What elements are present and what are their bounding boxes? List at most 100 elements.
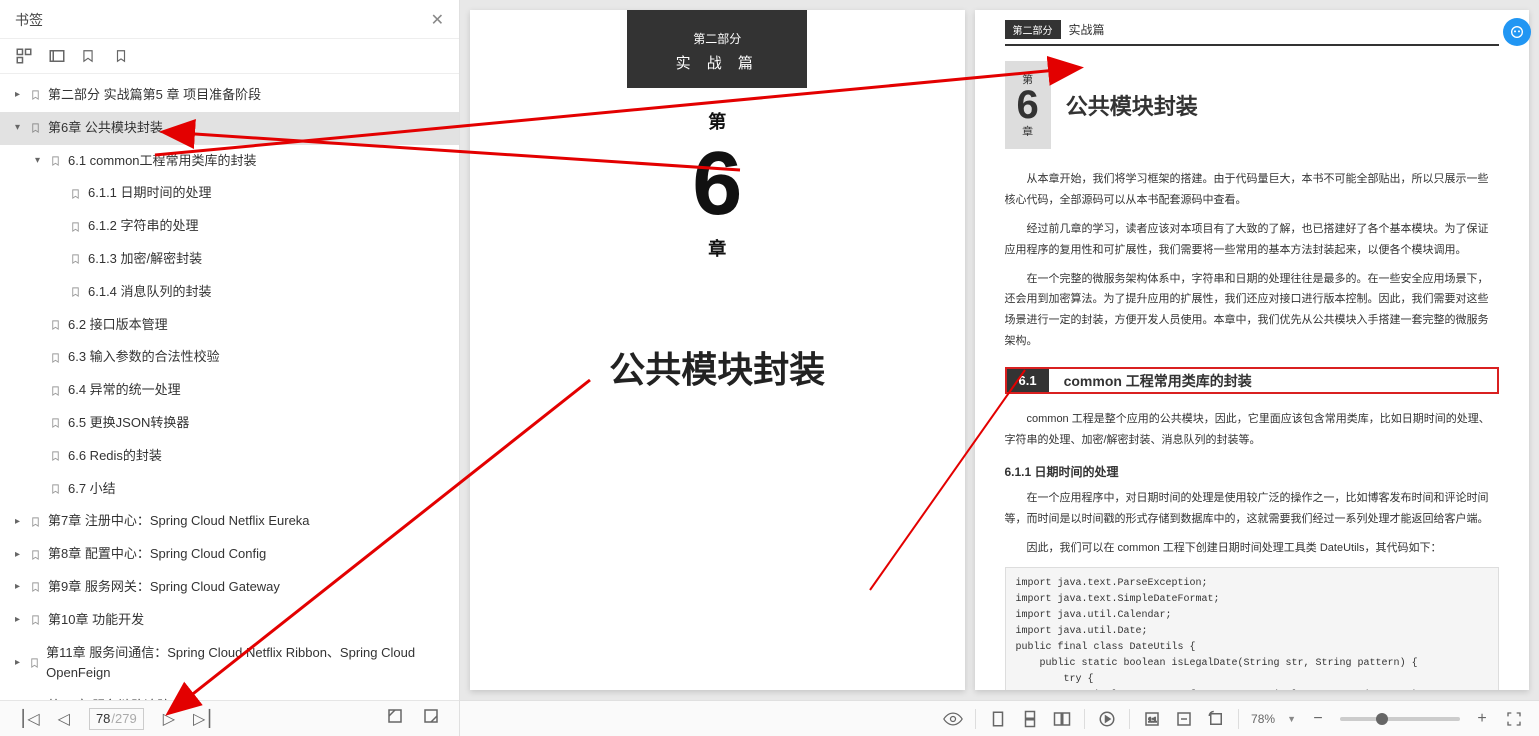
fit-page-icon[interactable]	[1174, 709, 1194, 729]
two-page-icon[interactable]	[1052, 709, 1072, 729]
bookmark-item[interactable]: 6.6 Redis的封装	[0, 440, 459, 473]
zoom-percent: 78%	[1251, 712, 1275, 726]
expand-arrow-icon[interactable]: ▸	[15, 579, 27, 595]
bookmark-label: 6.1.4 消息队列的封装	[88, 282, 212, 303]
banner-sub: 第二部分	[627, 30, 807, 47]
chapter-title-text: 公共模块封装	[1066, 89, 1198, 121]
single-page-icon[interactable]	[988, 709, 1008, 729]
bookmark-item[interactable]: 6.5 更换JSON转换器	[0, 407, 459, 440]
bookmark-item[interactable]: 6.2 接口版本管理	[0, 309, 459, 342]
zoom-in-icon[interactable]: +	[1472, 709, 1492, 729]
bookmark-icon	[70, 220, 82, 234]
fit-width-icon[interactable]: 1:1	[1142, 709, 1162, 729]
bookmark-item[interactable]: ▸第7章 注册中心：Spring Cloud Netflix Eureka	[0, 505, 459, 538]
close-icon[interactable]: ✕	[431, 10, 444, 30]
outline-icon[interactable]	[15, 47, 33, 65]
expand-arrow-icon[interactable]: ▾	[35, 153, 47, 169]
chapter-bottom: 章	[470, 235, 965, 261]
expand-panel-icon[interactable]	[382, 705, 408, 732]
bookmark-item[interactable]: 6.3 输入参数的合法性校验	[0, 341, 459, 374]
page-input-box[interactable]: 78 /279	[89, 708, 144, 730]
fullscreen-icon[interactable]	[1504, 709, 1524, 729]
bookmark-item[interactable]: ▸ 第10章 功能开发	[0, 604, 459, 637]
page-current: 78	[96, 711, 110, 726]
bookmark-tree[interactable]: ▸第二部分 实战篇第5 章 项目准备阶段▾第6章 公共模块封装▾6.1 comm…	[0, 74, 459, 700]
bookmark-item[interactable]: ▸ 第9章 服务网关：Spring Cloud Gateway	[0, 571, 459, 604]
page-running-header: 第二部分 实战篇	[1005, 20, 1500, 46]
bookmark-icon	[70, 285, 82, 299]
bookmark-item[interactable]: ▸第12章 服务链路追踪：Spring Cloud Sleuth	[0, 690, 459, 700]
prev-page-icon[interactable]: ◁	[54, 707, 74, 731]
viewer-toolbar: 1:1 78% ▼ − +	[460, 700, 1539, 736]
bookmark-item[interactable]: 6.7 小结	[0, 473, 459, 506]
expand-arrow-icon[interactable]: ▸	[15, 514, 27, 530]
bookmark-item[interactable]: 6.1.2 字符串的处理	[0, 210, 459, 243]
expand-arrow-icon[interactable]: ▸	[15, 655, 26, 671]
bookmark-icon	[30, 613, 42, 627]
bookmark-icon	[50, 482, 62, 496]
zoom-dropdown-icon[interactable]: ▼	[1287, 714, 1296, 724]
bookmark-icon	[30, 88, 42, 102]
section-header-highlighted: 6.1 common 工程常用类库的封装	[1005, 367, 1500, 394]
bookmark-label: 6.3 输入参数的合法性校验	[68, 347, 220, 368]
bookmark-outline-icon[interactable]	[114, 47, 132, 65]
bookmark-icon	[30, 548, 42, 562]
list-icon[interactable]	[48, 47, 66, 65]
assistant-fab-icon[interactable]	[1503, 18, 1531, 46]
paragraph: 经过前几章的学习，读者应该对本项目有了大致的了解，也已搭建好了各个基本模块。为了…	[1005, 219, 1500, 261]
left-page[interactable]: 第二部分 实 战 篇 第 6 章 公共模块封装	[470, 10, 965, 690]
bookmark-item[interactable]: 6.4 异常的统一处理	[0, 374, 459, 407]
bookmark-label: 第11章 服务间通信：Spring Cloud Netflix Ribbon、S…	[46, 643, 449, 685]
bookmark-icon	[70, 187, 82, 201]
bookmark-label: 6.5 更换JSON转换器	[68, 413, 189, 434]
bookmark-label: 6.1.1 日期时间的处理	[88, 183, 212, 204]
chapter-number-box: 第 6 章	[470, 108, 965, 261]
bookmark-label: 6.1.3 加密/解密封装	[88, 249, 202, 270]
expand-arrow-icon[interactable]: ▸	[15, 87, 27, 103]
bookmark-label: 第9章 服务网关：Spring Cloud Gateway	[48, 577, 280, 598]
bookmark-item[interactable]: ▸第8章 配置中心：Spring Cloud Config	[0, 538, 459, 571]
bookmark-icon	[50, 154, 62, 168]
bookmark-item[interactable]: 6.1.1 日期时间的处理	[0, 177, 459, 210]
header-section: 实战篇	[1069, 21, 1105, 38]
last-page-icon[interactable]: ▷⎮	[189, 707, 218, 731]
rotate-icon[interactable]	[1206, 709, 1226, 729]
bookmark-ribbon-icon[interactable]	[81, 47, 99, 65]
chapter-title: 公共模块封装	[470, 341, 965, 393]
bookmark-label: 6.1 common工程常用类库的封装	[68, 151, 257, 172]
right-page[interactable]: 第二部分 实战篇 第 6 章 公共模块封装 从本章开始，我们将学习框架的搭建。由…	[975, 10, 1530, 690]
part-banner: 第二部分 实 战 篇	[627, 10, 807, 88]
bookmark-label: 6.4 异常的统一处理	[68, 380, 181, 401]
bookmark-item[interactable]: 6.1.4 消息队列的封装	[0, 276, 459, 309]
bookmark-icon	[50, 351, 62, 365]
paragraph: 因此，我们可以在 common 工程下创建日期时间处理工具类 DateUtils…	[1005, 538, 1500, 559]
expand-arrow-icon[interactable]: ▾	[15, 120, 27, 136]
bookmark-icon	[50, 416, 62, 430]
collapse-panel-icon[interactable]	[418, 705, 444, 732]
svg-text:1:1: 1:1	[1148, 718, 1157, 724]
paragraph: 在一个应用程序中，对日期时间的处理是使用较广泛的操作之一，比如博客发布时间和评论…	[1005, 488, 1500, 530]
code-block: import java.text.ParseException; import …	[1005, 567, 1500, 690]
read-aloud-icon[interactable]	[1097, 709, 1117, 729]
chapter-header: 第 6 章 公共模块封装	[1005, 61, 1500, 149]
continuous-page-icon[interactable]	[1020, 709, 1040, 729]
paragraph: common 工程是整个应用的公共模块，因此，它里面应该包含常用类库，比如日期时…	[1005, 409, 1500, 451]
bookmark-item[interactable]: 6.1.3 加密/解密封装	[0, 243, 459, 276]
page-total: /279	[111, 711, 136, 726]
bookmark-icon	[50, 384, 62, 398]
eye-icon[interactable]	[943, 709, 963, 729]
expand-arrow-icon[interactable]: ▸	[15, 612, 27, 628]
first-page-icon[interactable]: ⎮◁	[15, 707, 44, 731]
bookmark-label: 第10章 功能开发	[48, 610, 144, 631]
section-title: common 工程常用类库的封装	[1049, 371, 1252, 391]
expand-arrow-icon[interactable]: ▸	[15, 547, 27, 563]
paragraph: 在一个完整的微服务架构体系中，字符串和日期的处理往往是最多的。在一些安全应用场景…	[1005, 269, 1500, 353]
bookmark-item[interactable]: ▾ 第6章 公共模块封装	[0, 112, 459, 145]
bookmark-item[interactable]: ▸ 第11章 服务间通信：Spring Cloud Netflix Ribbon、…	[0, 637, 459, 691]
zoom-out-icon[interactable]: −	[1308, 709, 1328, 729]
bookmark-label: 第6章 公共模块封装	[48, 118, 163, 139]
bookmark-item[interactable]: ▸第二部分 实战篇第5 章 项目准备阶段	[0, 79, 459, 112]
zoom-slider[interactable]	[1340, 717, 1460, 721]
next-page-icon[interactable]: ▷	[159, 707, 179, 731]
bookmark-item[interactable]: ▾ 6.1 common工程常用类库的封装	[0, 145, 459, 178]
